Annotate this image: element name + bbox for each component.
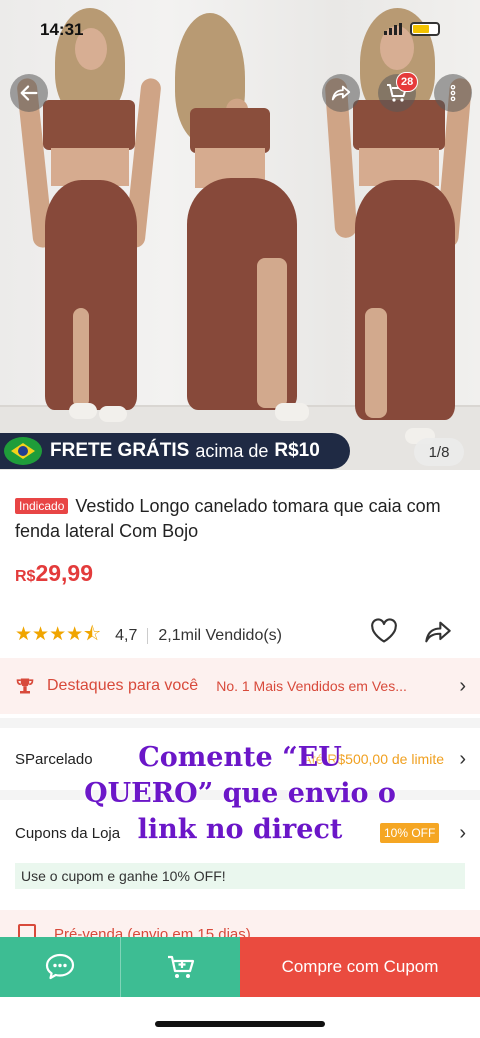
destaques-label: Destaques para você xyxy=(47,677,199,694)
favorite-button[interactable] xyxy=(370,618,398,649)
frete-label-main: FRETE GRÁTIS xyxy=(50,440,190,461)
price-value: 29,99 xyxy=(35,560,94,586)
coupon-note: Use o cupom e ganhe 10% OFF! xyxy=(15,863,465,889)
story-overlay-text: Comente “EU QUERO” que envio o link no d… xyxy=(84,742,396,845)
product-image-gallery[interactable]: 14:31 28 FRETE GRÁTIS acima de R$10 1/8 xyxy=(0,0,480,470)
arrow-left-icon xyxy=(20,85,38,101)
product-title-text: Vestido Longo canelado tomara que caia c… xyxy=(15,496,441,541)
section-divider xyxy=(0,718,480,728)
buy-with-coupon-button[interactable]: Compre com Cupom xyxy=(240,937,480,997)
free-shipping-banner: FRETE GRÁTIS acima de R$10 xyxy=(0,433,350,469)
more-options-button[interactable] xyxy=(434,74,472,112)
star-rating-icon: ★★★★⯪ xyxy=(15,624,102,645)
price-currency: R$ xyxy=(15,568,36,585)
share-arrow-icon xyxy=(331,85,351,101)
trophy-icon xyxy=(16,678,34,694)
share-arrow-icon xyxy=(425,621,451,643)
status-time: 14:31 xyxy=(40,20,84,39)
bottom-action-bar: Compre com Cupom xyxy=(0,937,480,997)
model-photo-back xyxy=(165,8,315,428)
frete-label-connector: acima de xyxy=(195,440,269,461)
chevron-right-icon: › xyxy=(459,747,466,770)
battery-icon xyxy=(410,22,440,36)
status-icons xyxy=(384,22,440,36)
add-to-cart-button[interactable] xyxy=(120,937,240,997)
image-counter: 1/8 xyxy=(414,438,464,466)
cart-count-badge: 28 xyxy=(396,72,419,92)
home-indicator xyxy=(155,1021,325,1027)
rating-row[interactable]: ★★★★⯪ 4,7 2,1mil Vendido(s) xyxy=(15,620,282,652)
destaques-row[interactable]: Destaques para você No. 1 Mais Vendidos … xyxy=(0,658,480,714)
product-title: Indicado Vestido Longo canelado tomara q… xyxy=(15,494,470,544)
model-photo-side xyxy=(324,8,473,444)
heart-icon xyxy=(371,618,397,643)
signal-icon xyxy=(384,23,402,35)
share-button[interactable] xyxy=(322,74,360,112)
rating-value: 4,7 xyxy=(115,627,138,644)
rating-divider xyxy=(147,628,149,644)
product-price: R$29,99 xyxy=(15,560,93,587)
chat-button[interactable] xyxy=(0,937,120,997)
back-button[interactable] xyxy=(10,74,48,112)
more-vertical-icon xyxy=(450,84,456,102)
chat-bubble-icon xyxy=(45,953,75,980)
brazil-flag-icon xyxy=(4,437,42,465)
add-cart-icon xyxy=(167,955,194,978)
destaques-value: No. 1 Mais Vendidos em Ves... xyxy=(216,678,407,694)
indicado-tag: Indicado xyxy=(15,498,69,514)
chevron-right-icon: › xyxy=(459,674,466,697)
frete-label-amount: R$10 xyxy=(274,440,320,461)
chevron-right-icon: › xyxy=(459,821,466,844)
sold-count: 2,1mil Vendido(s) xyxy=(158,627,283,644)
share-product-button[interactable] xyxy=(424,619,452,650)
model-photo-front xyxy=(16,8,162,428)
